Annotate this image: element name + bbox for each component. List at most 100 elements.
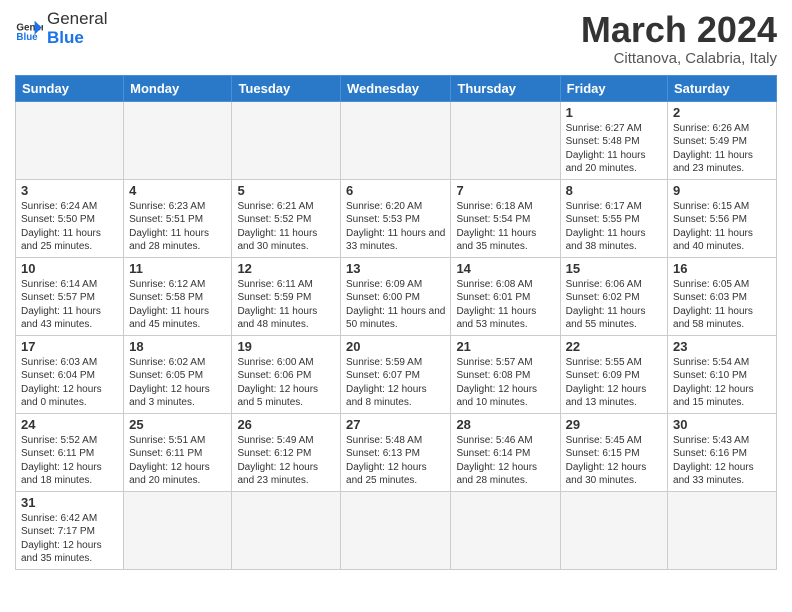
day-number: 18	[129, 339, 226, 354]
header-thursday: Thursday	[451, 75, 560, 101]
day-number: 6	[346, 183, 445, 198]
svg-text:Blue: Blue	[16, 32, 38, 43]
calendar-cell: 19Sunrise: 6:00 AM Sunset: 6:06 PM Dayli…	[232, 335, 341, 413]
logo: General Blue General Blue	[15, 10, 107, 47]
calendar-cell: 13Sunrise: 6:09 AM Sunset: 6:00 PM Dayli…	[341, 257, 451, 335]
day-number: 4	[129, 183, 226, 198]
day-number: 5	[237, 183, 335, 198]
calendar-cell: 26Sunrise: 5:49 AM Sunset: 6:12 PM Dayli…	[232, 413, 341, 491]
calendar-week-row-3: 10 Sunrise: 6:14 AM Sunset: 5:57 PM Dayli…	[16, 257, 777, 335]
calendar-cell: 16 Sunrise: 6:05 AM Sunset: 6:03 PM Dayli…	[668, 257, 777, 335]
calendar-week-row-1: 1 Sunrise: 6:27 AM Sunset: 5:48 PM Daylig…	[16, 101, 777, 179]
day-info: Sunrise: 6:12 AM Sunset: 5:58 PM Dayligh…	[129, 278, 226, 332]
logo-word1: General	[47, 10, 107, 29]
day-number: 11	[129, 261, 226, 276]
location: Cittanova, Calabria, Italy	[581, 50, 777, 67]
calendar-cell: 15 Sunrise: 6:06 AM Sunset: 6:02 PM Dayli…	[560, 257, 667, 335]
day-info: Sunrise: 6:06 AM Sunset: 6:02 PM Dayligh…	[566, 278, 662, 332]
calendar-cell: 4 Sunrise: 6:23 AM Sunset: 5:51 PM Daylig…	[124, 179, 232, 257]
calendar-cell	[451, 101, 560, 179]
day-info: Sunrise: 6:24 AM Sunset: 5:50 PM Dayligh…	[21, 200, 118, 254]
day-info: Sunrise: 5:57 AM Sunset: 6:08 PM Dayligh…	[456, 356, 554, 410]
calendar-cell	[232, 101, 341, 179]
header-sunday: Sunday	[16, 75, 124, 101]
day-number: 1	[566, 105, 662, 120]
calendar-cell	[232, 491, 341, 569]
day-info: Sunrise: 5:46 AM Sunset: 6:14 PM Dayligh…	[456, 434, 554, 488]
calendar-cell: 29 Sunrise: 5:45 AM Sunset: 6:15 PM Dayli…	[560, 413, 667, 491]
day-info: Sunrise: 6:14 AM Sunset: 5:57 PM Dayligh…	[21, 278, 118, 332]
day-info: Sunrise: 5:51 AM Sunset: 6:11 PM Dayligh…	[129, 434, 226, 488]
day-number: 31	[21, 495, 118, 510]
calendar-cell: 5 Sunrise: 6:21 AM Sunset: 5:52 PM Daylig…	[232, 179, 341, 257]
calendar-week-row-6: 31 Sunrise: 6:42 AM Sunset: 7:17 PM Dayli…	[16, 491, 777, 569]
calendar-cell: 27Sunrise: 5:48 AM Sunset: 6:13 PM Dayli…	[341, 413, 451, 491]
calendar-cell	[341, 101, 451, 179]
day-info: Sunrise: 5:55 AM Sunset: 6:09 PM Dayligh…	[566, 356, 662, 410]
day-number: 15	[566, 261, 662, 276]
calendar-cell: 3 Sunrise: 6:24 AM Sunset: 5:50 PM Daylig…	[16, 179, 124, 257]
calendar-cell: 30 Sunrise: 5:43 AM Sunset: 6:16 PM Dayli…	[668, 413, 777, 491]
day-number: 29	[566, 417, 662, 432]
calendar-cell: 28 Sunrise: 5:46 AM Sunset: 6:14 PM Dayli…	[451, 413, 560, 491]
day-number: 12	[237, 261, 335, 276]
day-info: Sunrise: 5:59 AM Sunset: 6:07 PM Dayligh…	[346, 356, 445, 410]
day-number: 7	[456, 183, 554, 198]
calendar-cell: 31 Sunrise: 6:42 AM Sunset: 7:17 PM Dayli…	[16, 491, 124, 569]
day-number: 8	[566, 183, 662, 198]
day-info: Sunrise: 6:42 AM Sunset: 7:17 PM Dayligh…	[21, 512, 118, 566]
day-info: Sunrise: 6:09 AM Sunset: 6:00 PM Dayligh…	[346, 278, 445, 332]
calendar-week-row-5: 24Sunrise: 5:52 AM Sunset: 6:11 PM Dayli…	[16, 413, 777, 491]
calendar-cell	[668, 491, 777, 569]
day-number: 28	[456, 417, 554, 432]
day-number: 21	[456, 339, 554, 354]
header-tuesday: Tuesday	[232, 75, 341, 101]
calendar-cell	[16, 101, 124, 179]
calendar-cell: 11 Sunrise: 6:12 AM Sunset: 5:58 PM Dayli…	[124, 257, 232, 335]
calendar-cell: 20Sunrise: 5:59 AM Sunset: 6:07 PM Dayli…	[341, 335, 451, 413]
day-info: Sunrise: 6:02 AM Sunset: 6:05 PM Dayligh…	[129, 356, 226, 410]
calendar-cell: 14Sunrise: 6:08 AM Sunset: 6:01 PM Dayli…	[451, 257, 560, 335]
calendar-cell	[560, 491, 667, 569]
day-info: Sunrise: 6:23 AM Sunset: 5:51 PM Dayligh…	[129, 200, 226, 254]
title-area: March 2024 Cittanova, Calabria, Italy	[581, 10, 777, 67]
calendar-cell	[341, 491, 451, 569]
day-number: 17	[21, 339, 118, 354]
day-number: 27	[346, 417, 445, 432]
generalblue-logo-icon: General Blue	[15, 15, 43, 43]
month-title: March 2024	[581, 10, 777, 50]
day-info: Sunrise: 6:05 AM Sunset: 6:03 PM Dayligh…	[673, 278, 771, 332]
calendar-week-row-4: 17Sunrise: 6:03 AM Sunset: 6:04 PM Dayli…	[16, 335, 777, 413]
day-info: Sunrise: 6:27 AM Sunset: 5:48 PM Dayligh…	[566, 122, 662, 176]
header-monday: Monday	[124, 75, 232, 101]
day-number: 3	[21, 183, 118, 198]
calendar-cell: 10 Sunrise: 6:14 AM Sunset: 5:57 PM Dayli…	[16, 257, 124, 335]
calendar-cell: 21 Sunrise: 5:57 AM Sunset: 6:08 PM Dayli…	[451, 335, 560, 413]
day-number: 16	[673, 261, 771, 276]
day-info: Sunrise: 5:52 AM Sunset: 6:11 PM Dayligh…	[21, 434, 118, 488]
header-friday: Friday	[560, 75, 667, 101]
day-info: Sunrise: 5:49 AM Sunset: 6:12 PM Dayligh…	[237, 434, 335, 488]
day-info: Sunrise: 5:43 AM Sunset: 6:16 PM Dayligh…	[673, 434, 771, 488]
header: General Blue General Blue March 2024 Cit…	[15, 10, 777, 67]
day-info: Sunrise: 6:15 AM Sunset: 5:56 PM Dayligh…	[673, 200, 771, 254]
day-number: 25	[129, 417, 226, 432]
calendar-table: Sunday Monday Tuesday Wednesday Thursday…	[15, 75, 777, 570]
calendar-cell: 12 Sunrise: 6:11 AM Sunset: 5:59 PM Dayli…	[232, 257, 341, 335]
calendar-cell: 9Sunrise: 6:15 AM Sunset: 5:56 PM Daylig…	[668, 179, 777, 257]
day-number: 22	[566, 339, 662, 354]
calendar-cell	[124, 101, 232, 179]
calendar-cell: 8 Sunrise: 6:17 AM Sunset: 5:55 PM Daylig…	[560, 179, 667, 257]
day-number: 30	[673, 417, 771, 432]
day-number: 10	[21, 261, 118, 276]
day-info: Sunrise: 5:45 AM Sunset: 6:15 PM Dayligh…	[566, 434, 662, 488]
calendar-cell	[451, 491, 560, 569]
calendar-cell: 23Sunrise: 5:54 AM Sunset: 6:10 PM Dayli…	[668, 335, 777, 413]
day-info: Sunrise: 6:11 AM Sunset: 5:59 PM Dayligh…	[237, 278, 335, 332]
day-info: Sunrise: 6:17 AM Sunset: 5:55 PM Dayligh…	[566, 200, 662, 254]
day-info: Sunrise: 5:54 AM Sunset: 6:10 PM Dayligh…	[673, 356, 771, 410]
calendar-cell: 17Sunrise: 6:03 AM Sunset: 6:04 PM Dayli…	[16, 335, 124, 413]
calendar-week-row-2: 3 Sunrise: 6:24 AM Sunset: 5:50 PM Daylig…	[16, 179, 777, 257]
calendar-cell: 7Sunrise: 6:18 AM Sunset: 5:54 PM Daylig…	[451, 179, 560, 257]
day-info: Sunrise: 6:21 AM Sunset: 5:52 PM Dayligh…	[237, 200, 335, 254]
